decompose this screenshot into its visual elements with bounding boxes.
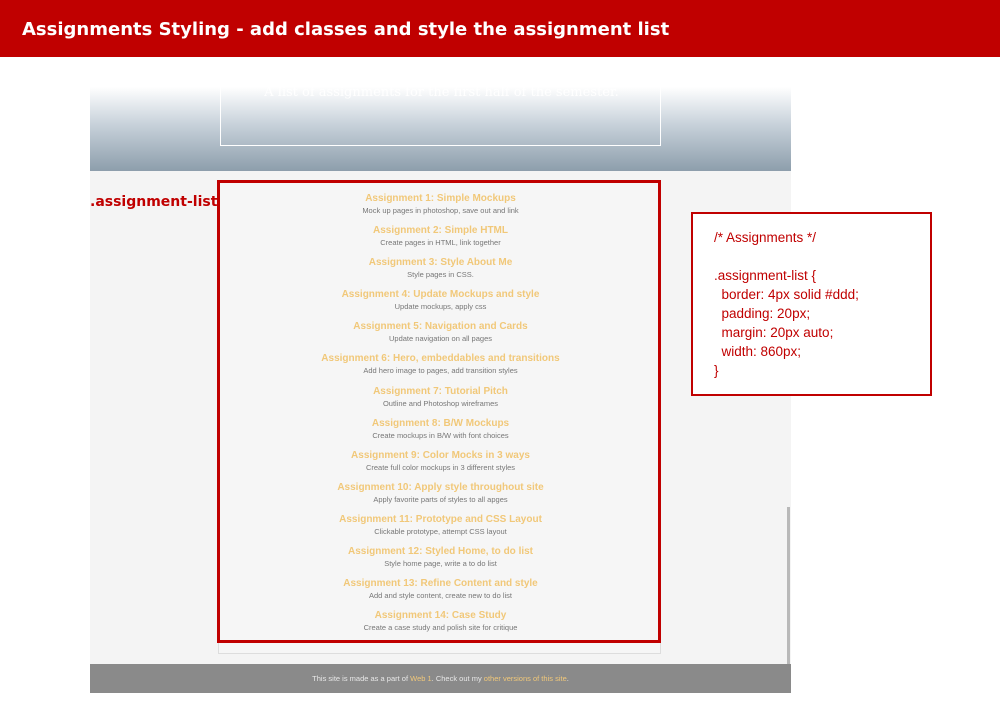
- hero-section: A list of assignments for the first half…: [90, 77, 791, 171]
- site-footer: This site is made as a part of Web 1. Ch…: [90, 664, 791, 693]
- code-line: width: 860px;: [714, 344, 802, 359]
- selector-label: .assignment-list: [90, 194, 218, 210]
- footer-link-other-versions[interactable]: other versions of this site: [484, 674, 567, 683]
- hero-text-box: A list of assignments for the first half…: [220, 77, 661, 146]
- css-code: /* Assignments */ .assignment-list { bor…: [714, 228, 859, 380]
- css-code-box: /* Assignments */ .assignment-list { bor…: [691, 212, 932, 396]
- footer-text: . Check out my: [431, 674, 484, 683]
- top-banner: Assignments Styling - add classes and st…: [0, 0, 1000, 57]
- footer-text: This site is made as a part of: [312, 674, 411, 683]
- code-line: padding: 20px;: [714, 306, 811, 321]
- code-line: margin: 20px auto;: [714, 325, 834, 340]
- hero-text: A list of assignments for the first half…: [264, 85, 619, 100]
- footer-text: .: [566, 674, 569, 683]
- code-line: }: [714, 363, 719, 378]
- scrollbar[interactable]: [787, 507, 790, 664]
- slide-title: Assignments Styling - add classes and st…: [22, 19, 670, 40]
- code-line: .assignment-list {: [714, 268, 817, 283]
- code-line: /* Assignments */: [714, 230, 817, 245]
- code-line: border: 4px solid #ddd;: [714, 287, 859, 302]
- footer-link-web1[interactable]: Web 1: [410, 674, 432, 683]
- assignment-list-highlight: [217, 180, 661, 643]
